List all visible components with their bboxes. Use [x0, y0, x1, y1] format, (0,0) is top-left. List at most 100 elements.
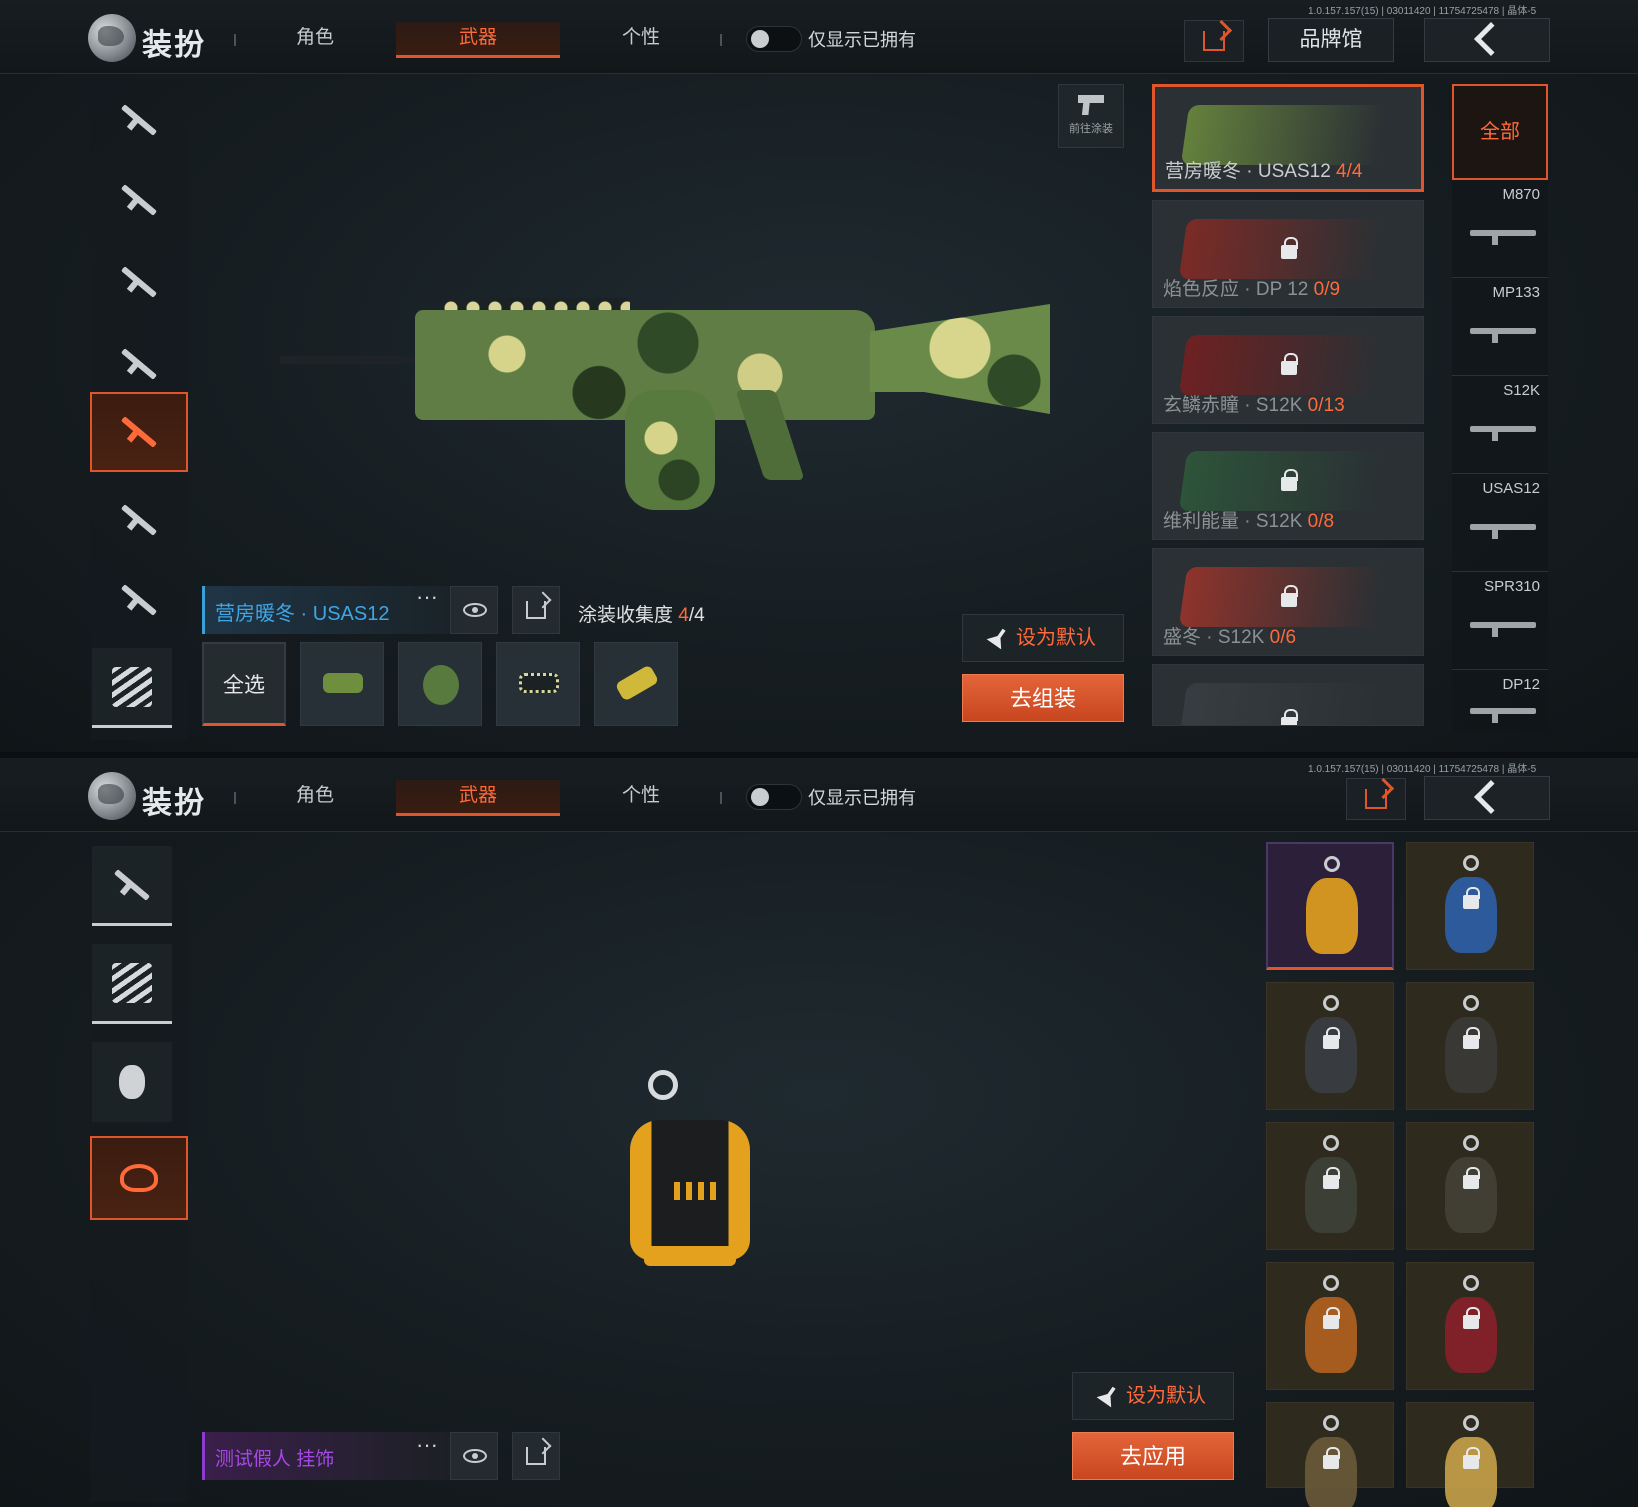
back-button[interactable]	[1424, 18, 1550, 62]
category-grenade[interactable]	[92, 1042, 172, 1122]
weapon-drum-mag	[625, 390, 715, 510]
category-pistol[interactable]	[90, 560, 188, 640]
tab-weapon[interactable]: 武器	[396, 780, 560, 816]
set-default-label: 设为默认	[1126, 1385, 1206, 1407]
category-launcher[interactable]	[90, 80, 188, 160]
attachments-icon	[112, 666, 152, 707]
charm-item[interactable]	[1406, 842, 1534, 970]
weapon-preview[interactable]	[280, 280, 1050, 510]
category-attachments[interactable]	[92, 944, 172, 1024]
owned-only-toggle[interactable]	[746, 784, 802, 810]
charm-ring-icon	[1463, 995, 1479, 1011]
back-chevron-icon	[1474, 780, 1508, 814]
filter-all[interactable]: 全部	[1452, 84, 1548, 180]
divider	[720, 792, 722, 804]
filter-spr310[interactable]: SPR310	[1452, 572, 1548, 670]
tab-personality[interactable]: 个性	[596, 780, 686, 816]
skin-card[interactable]: 焰色反应 · DP 12 0/9	[1152, 200, 1424, 308]
type-label: S12K	[1503, 382, 1540, 399]
filter-usas12[interactable]: USAS12	[1452, 474, 1548, 572]
top-bar: 装扮 角色 武器 个性 仅显示已拥有 1.0.157.157(15) | 030…	[0, 758, 1638, 832]
charm-item[interactable]	[1406, 1122, 1534, 1250]
apply-button[interactable]: 去应用	[1072, 1432, 1234, 1480]
goto-paint-button[interactable]: 前往涂装	[1058, 84, 1124, 148]
set-default-label: 设为默认	[1016, 627, 1096, 649]
toggle-knob	[751, 788, 769, 806]
skin-share-button[interactable]	[512, 586, 560, 634]
tab-character[interactable]: 角色	[270, 780, 360, 816]
set-default-button[interactable]: 设为默认	[962, 614, 1124, 662]
owned-only-toggle[interactable]	[746, 26, 802, 52]
brush-icon	[986, 624, 1011, 649]
top-bar: 装扮 角色 武器 个性 仅显示已拥有 1.0.157.157(15) | 030…	[0, 0, 1638, 74]
category-charm[interactable]	[90, 1136, 188, 1220]
charm-ring-icon	[1323, 1135, 1339, 1151]
skin-card-name: 盛冬 · S12K	[1163, 627, 1270, 648]
charm-item[interactable]	[1266, 1262, 1394, 1390]
smg-icon	[120, 348, 158, 380]
charm-item[interactable]	[1266, 842, 1394, 970]
charm-preview[interactable]	[630, 1070, 750, 1270]
category-attachments[interactable]	[92, 648, 172, 728]
weapon-part-icon	[323, 673, 363, 693]
charm-item[interactable]	[1266, 982, 1394, 1110]
type-label: USAS12	[1482, 480, 1540, 497]
tab-personality[interactable]: 个性	[596, 22, 686, 58]
skin-card[interactable]: 营房暖冬 · USAS12 4/4	[1152, 84, 1424, 192]
more-button[interactable]: ···	[416, 584, 438, 610]
type-label: DP12	[1502, 676, 1540, 693]
category-stickers[interactable]	[92, 846, 172, 926]
filter-s12k[interactable]: S12K	[1452, 376, 1548, 474]
filter-mp133[interactable]: MP133	[1452, 278, 1548, 376]
back-button[interactable]	[1424, 776, 1550, 820]
category-rifle[interactable]	[90, 160, 188, 240]
skin-card[interactable]: 盛冬 · S12K 0/6	[1152, 548, 1424, 656]
brand-hall-button[interactable]: 品牌馆	[1268, 18, 1394, 62]
charm-ring-icon	[1323, 1275, 1339, 1291]
lock-icon	[1281, 709, 1298, 725]
assemble-button[interactable]: 去组装	[962, 674, 1124, 722]
preview-button[interactable]	[450, 1432, 498, 1480]
rail-part-icon	[519, 673, 559, 693]
charm-item[interactable]	[1406, 1402, 1534, 1507]
rifle-icon	[120, 184, 158, 216]
preview-button[interactable]	[450, 586, 498, 634]
filter-m870[interactable]: M870	[1452, 180, 1548, 278]
charm-ring-icon	[1463, 1415, 1479, 1431]
lock-icon	[1463, 1307, 1480, 1329]
part-weapon[interactable]	[300, 642, 384, 726]
tab-weapon[interactable]: 武器	[396, 22, 560, 58]
category-sniper[interactable]	[90, 242, 188, 322]
share-icon	[1365, 789, 1387, 809]
category-lmg[interactable]	[90, 480, 188, 560]
part-muzzle[interactable]	[594, 642, 678, 726]
more-button[interactable]: ···	[416, 1432, 438, 1458]
shotgun-icon	[1470, 426, 1536, 441]
skin-card[interactable]: 维利能量 · S12K 0/8	[1152, 432, 1424, 540]
lock-icon	[1281, 469, 1298, 491]
charm-item[interactable]	[1406, 982, 1534, 1110]
select-all-button[interactable]: 全选	[202, 642, 286, 726]
part-rail[interactable]	[496, 642, 580, 726]
category-shotgun[interactable]	[90, 392, 188, 472]
share-icon	[526, 1447, 546, 1465]
share-button[interactable]	[1346, 778, 1406, 820]
back-chevron-icon	[1474, 22, 1508, 56]
paint-gun-icon	[1078, 95, 1104, 115]
share-button[interactable]	[1184, 20, 1244, 62]
filter-dp12[interactable]: DP12	[1452, 670, 1548, 732]
part-drum[interactable]	[398, 642, 482, 726]
charm-item[interactable]	[1266, 1402, 1394, 1507]
charm-share-button[interactable]	[512, 1432, 560, 1480]
collection-total: /4	[688, 605, 705, 626]
charm-item[interactable]	[1406, 1262, 1534, 1390]
weapon-stock	[870, 304, 1050, 414]
charm-item[interactable]	[1266, 1122, 1394, 1250]
charm-ring-icon	[1323, 995, 1339, 1011]
skin-card[interactable]	[1152, 664, 1424, 726]
tab-character[interactable]: 角色	[270, 22, 360, 58]
set-default-button[interactable]: 设为默认	[1072, 1372, 1234, 1420]
charm-name-box: 测试假人 挂饰	[202, 1432, 450, 1480]
skin-card[interactable]: 玄鳞赤瞳 · S12K 0/13	[1152, 316, 1424, 424]
skin-card-label: 营房暖冬 · USAS12 4/4	[1165, 156, 1362, 183]
